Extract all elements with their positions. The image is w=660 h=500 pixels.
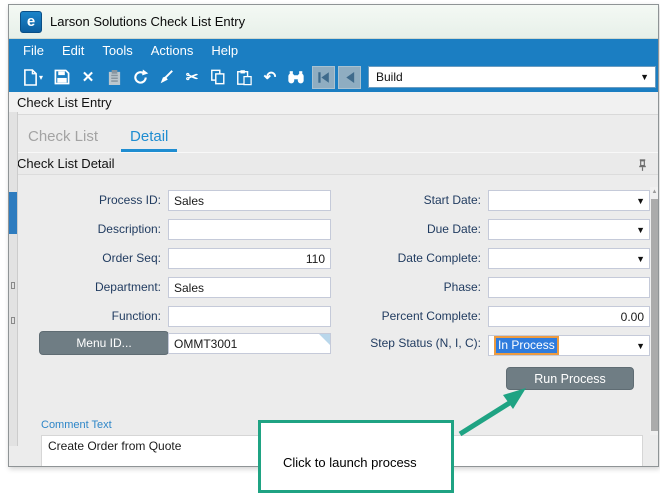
scroll-up-icon[interactable]: ▲: [650, 187, 658, 197]
order-seq-label: Order Seq:: [102, 251, 161, 265]
annotation-arrow-icon: [458, 388, 526, 437]
field-corner-flag-icon: [319, 334, 330, 345]
tab-check-list[interactable]: Check List: [19, 128, 107, 152]
panel-header: Check List Entry: [9, 92, 658, 115]
percent-complete-value: 0.00: [620, 309, 644, 324]
annotation-callout: Click to launch process: [258, 420, 454, 493]
menu-actions[interactable]: Actions: [142, 39, 203, 62]
detail-group-title: Check List Detail: [17, 156, 115, 171]
collapsed-panel-grip[interactable]: [9, 192, 17, 234]
attachments-icon[interactable]: [101, 64, 127, 90]
menu-file[interactable]: File: [14, 39, 53, 62]
screenshot-page: e Larson Solutions Check List Entry File…: [0, 0, 660, 500]
collapsed-tree-panel-strip[interactable]: [9, 112, 18, 446]
new-icon[interactable]: ▾: [17, 64, 49, 90]
save-icon[interactable]: [49, 64, 75, 90]
app-logo-icon: e: [20, 10, 42, 33]
start-date-field[interactable]: ▼: [488, 190, 650, 211]
clear-icon[interactable]: [153, 64, 179, 90]
description-field[interactable]: [168, 219, 331, 240]
title-bar: e Larson Solutions Check List Entry: [9, 5, 658, 39]
function-field[interactable]: [168, 306, 331, 327]
tab-strip: Check List Detail: [9, 115, 658, 152]
dropdown-arrow-icon[interactable]: ▼: [636, 225, 645, 235]
process-id-field[interactable]: Sales: [168, 190, 331, 211]
delete-icon[interactable]: ✕: [75, 64, 101, 90]
menu-id-button[interactable]: Menu ID...: [39, 331, 169, 355]
copy-icon[interactable]: [205, 64, 231, 90]
dropdown-arrow-icon[interactable]: ▼: [636, 341, 645, 351]
department-label: Department:: [94, 280, 161, 294]
process-id-value: Sales: [174, 193, 205, 208]
menu-bar: File Edit Tools Actions Help: [9, 39, 658, 62]
menu-id-value: OMMT3001: [174, 336, 238, 351]
vertical-scrollbar[interactable]: ▲: [650, 187, 658, 435]
scrollbar-thumb[interactable]: [651, 199, 658, 431]
percent-complete-field[interactable]: 0.00: [488, 306, 650, 327]
first-record-button[interactable]: [312, 65, 335, 89]
strip-mark: [11, 317, 15, 324]
toolbar: ▾ ✕ ✂ ↶ Build ▼: [9, 62, 658, 92]
function-label: Function:: [111, 309, 161, 323]
phase-field[interactable]: [488, 277, 650, 298]
percent-complete-label: Percent Complete:: [381, 309, 481, 323]
department-field[interactable]: Sales: [168, 277, 331, 298]
comment-text-value: Create Order from Quote: [48, 439, 182, 453]
panel-title: Check List Entry: [17, 95, 112, 110]
dropdown-arrow-icon[interactable]: ▼: [636, 196, 645, 206]
view-mode-dropdown[interactable]: Build ▼: [368, 66, 656, 88]
search-icon[interactable]: [283, 64, 309, 90]
department-value: Sales: [174, 280, 205, 295]
annotation-text: Click to launch process: [283, 455, 417, 470]
dropdown-arrow-icon[interactable]: ▼: [636, 254, 645, 264]
run-process-button-label: Run Process: [534, 371, 606, 386]
window-title: Larson Solutions Check List Entry: [50, 14, 246, 29]
paste-icon[interactable]: [231, 64, 257, 90]
step-status-dropdown[interactable]: In Process ▼: [488, 335, 650, 356]
menu-edit[interactable]: Edit: [53, 39, 93, 62]
comment-text-label: Comment Text: [41, 419, 112, 431]
order-seq-value: 110: [305, 251, 325, 266]
previous-record-button[interactable]: [338, 65, 361, 89]
start-date-label: Start Date:: [423, 193, 481, 207]
step-status-selected-text: In Process: [494, 336, 559, 355]
process-id-label: Process ID:: [98, 193, 161, 207]
date-complete-label: Date Complete:: [397, 251, 481, 265]
step-status-label: Step Status (N, I, C):: [370, 336, 481, 350]
menu-id-field[interactable]: OMMT3001: [168, 333, 331, 354]
phase-label: Phase:: [443, 280, 481, 294]
dropdown-arrow-icon[interactable]: ▼: [640, 72, 649, 82]
date-complete-field[interactable]: ▼: [488, 248, 650, 269]
app-window: e Larson Solutions Check List Entry File…: [8, 4, 659, 467]
refresh-icon[interactable]: [127, 64, 153, 90]
menu-tools[interactable]: Tools: [93, 39, 141, 62]
menu-id-button-label: Menu ID...: [76, 336, 132, 350]
cut-icon[interactable]: ✂: [179, 64, 205, 90]
description-label: Description:: [97, 222, 161, 236]
menu-help[interactable]: Help: [202, 39, 247, 62]
order-seq-field[interactable]: 110: [168, 248, 331, 269]
view-mode-value: Build: [376, 70, 403, 84]
strip-mark: [11, 282, 15, 289]
due-date-label: Due Date:: [426, 222, 481, 236]
detail-group-header: Check List Detail: [9, 152, 658, 175]
due-date-field[interactable]: ▼: [488, 219, 650, 240]
tab-detail[interactable]: Detail: [121, 128, 178, 152]
new-dropdown-caret-icon[interactable]: ▾: [39, 73, 43, 82]
undo-icon[interactable]: ↶: [257, 64, 283, 90]
